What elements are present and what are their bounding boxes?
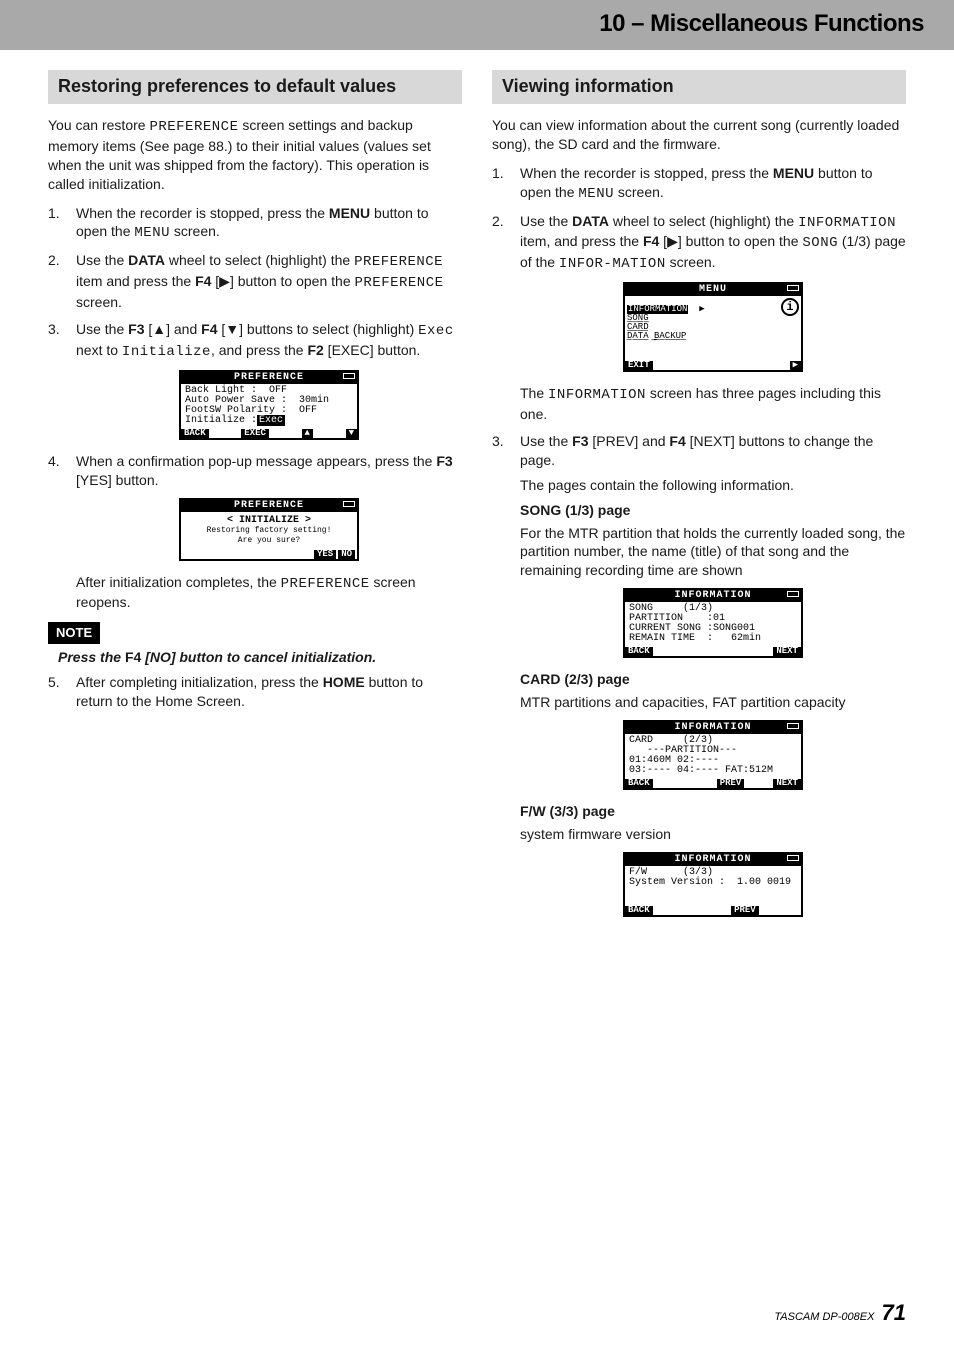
restore-step-4: When a confirmation pop-up message appea… (48, 452, 462, 613)
card-page-block: CARD (2/3) page MTR partitions and capac… (492, 670, 906, 790)
info-icon: i (781, 298, 799, 316)
pages-contain: The pages contain the following informat… (520, 476, 906, 495)
content-columns: Restoring preferences to default values … (0, 50, 954, 928)
restore-intro: You can restore PREFERENCE screen settin… (48, 116, 462, 194)
viewing-steps: When the recorder is stopped, press the … (492, 164, 906, 658)
screenshot-info-card: INFORMATION CARD (2/3) ---PARTITION--- 0… (623, 720, 803, 790)
viewing-step-3: Use the F3 [PREV] and F4 [NEXT] buttons … (492, 432, 906, 658)
screenshot-initialize-confirm: PREFERENCE < INITIALIZE > Restoring fact… (179, 498, 359, 561)
card-page-text: MTR partitions and capacities, FAT parti… (520, 693, 906, 712)
info-three-pages: The INFORMATION screen has three pages i… (520, 384, 906, 424)
footer-model: TASCAM DP-008EX (774, 1311, 874, 1323)
restore-steps-cont: After completing initialization, press t… (48, 673, 462, 711)
chapter-header: 10 – Miscellaneous Functions (0, 0, 954, 50)
section-heading-viewing: Viewing information (492, 70, 906, 104)
note-tag: NOTE (48, 622, 100, 644)
note-block: NOTE Press the F4 [NO] button to cancel … (48, 622, 462, 666)
card-page-heading: CARD (2/3) page (520, 670, 906, 689)
section-heading-restore: Restoring preferences to default values (48, 70, 462, 104)
fw-page-block: F/W (3/3) page system firmware version I… (492, 802, 906, 917)
restore-step-5: After completing initialization, press t… (48, 673, 462, 711)
song-page-heading: SONG (1/3) page (520, 501, 906, 520)
left-column: Restoring preferences to default values … (48, 70, 462, 928)
right-column: Viewing information You can view informa… (492, 70, 906, 928)
fw-page-text: system firmware version (520, 825, 906, 844)
screenshot-info-song: INFORMATION SONG (1/3) PARTITION :01 CUR… (623, 588, 803, 658)
screenshot-menu: MENU INFORMATION ▶ S̲O̲N̲G̲ C̲A̲R̲D̲ D̲A… (623, 282, 803, 372)
viewing-step-1: When the recorder is stopped, press the … (492, 164, 906, 204)
after-init-text: After initialization completes, the PREF… (76, 573, 462, 613)
song-page-text: For the MTR partition that holds the cur… (520, 524, 906, 581)
screenshot-preference: PREFERENCE Back Light : OFF Auto Power S… (179, 370, 359, 440)
viewing-intro: You can view information about the curre… (492, 116, 906, 154)
page-footer: TASCAM DP-008EX 71 (774, 1298, 906, 1328)
restore-step-1: When the recorder is stopped, press the … (48, 204, 462, 244)
viewing-step-2: Use the DATA wheel to select (highlight)… (492, 212, 906, 424)
fw-page-heading: F/W (3/3) page (520, 802, 906, 821)
restore-step-2: Use the DATA wheel to select (highlight)… (48, 251, 462, 312)
page-number: 71 (882, 1300, 906, 1325)
restore-steps: When the recorder is stopped, press the … (48, 204, 462, 613)
note-text: Press the F4 [NO] button to cancel initi… (48, 648, 462, 667)
screenshot-info-fw: INFORMATION F/W (3/3) System Version : 1… (623, 852, 803, 917)
restore-step-3: Use the F3 [▲] and F4 [▼] buttons to sel… (48, 320, 462, 440)
